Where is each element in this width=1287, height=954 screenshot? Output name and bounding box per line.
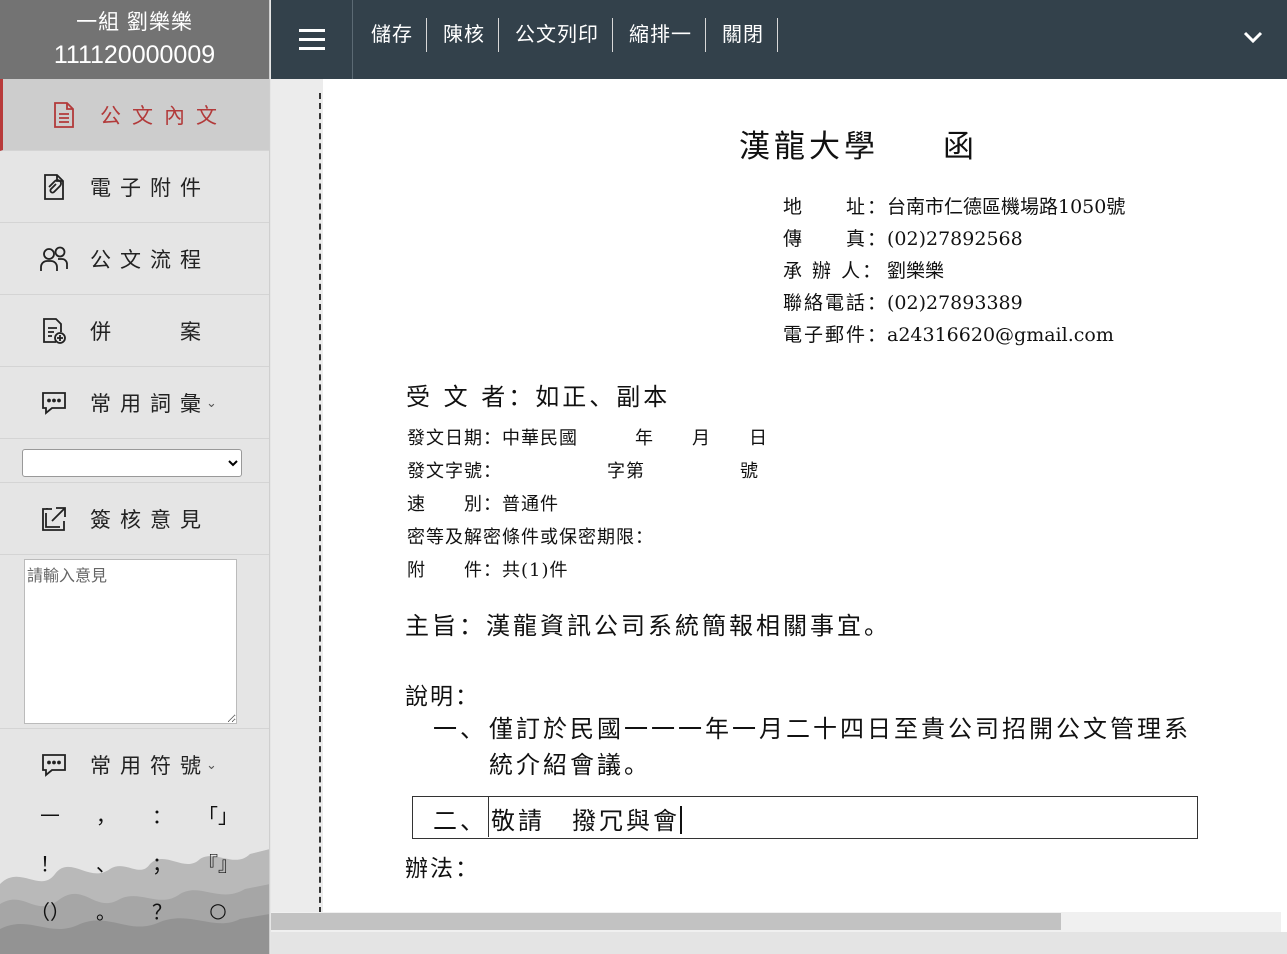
opinion-field-row (0, 555, 269, 729)
text-caret (680, 806, 682, 834)
symbol-button[interactable]: ！ (22, 838, 78, 886)
horizontal-scrollbar[interactable] (271, 912, 1287, 932)
opinion-input[interactable] (24, 559, 237, 724)
sidebar-item-label: 電子附件 (90, 175, 210, 200)
symbol-button[interactable]: ○ (190, 886, 246, 934)
document-type: 函 (943, 129, 978, 165)
sidebar-item-label: 公文流程 (90, 247, 210, 272)
explanation-point-1[interactable]: 一、僅訂於民國一一一年一月二十四日至貴公司招開公文管理系統介紹會議。 (433, 711, 1199, 783)
point-text: 僅訂於民國一一一年一月二十四日至貴公司招開公文管理系統介紹會議。 (489, 715, 1191, 779)
sidebar-item-label: 併 案 (90, 319, 210, 344)
hamburger-menu-button[interactable] (271, 0, 353, 79)
sidebar-item-common-phrases[interactable]: 常用詞彙 ⌄ (0, 367, 269, 439)
point-2-input[interactable]: 敬請 撥冗與會 (488, 797, 1196, 837)
top-toolbar: 儲存 陳核 公文列印 縮排一 關閉 (271, 0, 1287, 79)
save-button[interactable]: 儲存 (355, 18, 427, 52)
bottom-strip (271, 932, 1287, 954)
subject-line[interactable]: 主旨：漢龍資訊公司系統簡報相關事宜。 (405, 606, 891, 641)
sidebar-item-attachments[interactable]: 電子附件 (0, 151, 269, 223)
merge-document-icon (38, 315, 70, 347)
chevron-down-icon: ⌄ (206, 757, 217, 772)
document-paper[interactable]: 漢龍大學 函 地 址：台南市仁德區機場路1050號 傳 真：(02)2789256… (323, 79, 1287, 912)
issue-number: 發文字號： 字第 號 (407, 461, 759, 482)
indent-button[interactable]: 縮排一 (613, 18, 706, 52)
info-fax: 傳 真：(02)27892568 (783, 228, 1023, 250)
symbol-button[interactable]: 『』 (190, 838, 246, 886)
sidebar-item-workflow[interactable]: 公文流程 (0, 223, 269, 295)
symbol-button[interactable]: ？ (134, 886, 190, 934)
symbol-button[interactable]: （） (22, 886, 78, 934)
user-id: 111120000009 (53, 41, 216, 69)
sidebar-item-label: 公文內文 (100, 103, 228, 128)
submit-review-button[interactable]: 陳核 (427, 18, 499, 52)
chat-bubble-icon (38, 749, 70, 781)
document-icon (48, 99, 80, 131)
people-icon (38, 243, 70, 275)
user-name: 一組 劉樂樂 (76, 11, 193, 34)
document-title: 漢龍大學 函 (739, 121, 978, 166)
attachments-count: 附 件：共(1)件 (407, 560, 569, 581)
symbols-grid: — ， ： 「」 ！ 、 ； 『』 （） 。 ？ ○ (22, 790, 242, 934)
symbol-button[interactable]: 「」 (190, 790, 246, 838)
sidebar-item-merge[interactable]: 併 案 (0, 295, 269, 367)
sidebar-item-label: 簽核意見 (90, 507, 210, 532)
recipient-line: 受 文 者：如正、副本 (406, 383, 671, 411)
info-handler: 承 辦 人： 劉樂樂 (783, 260, 945, 282)
symbol-button[interactable]: — (22, 790, 78, 838)
sidebar: 一組 劉樂樂 111120000009 公文內文 電子附件 公文流程 併 案 常… (0, 0, 270, 954)
paperclip-file-icon (38, 171, 70, 203)
document-area: 漢龍大學 函 地 址：台南市仁德區機場路1050號 傳 真：(02)2789256… (271, 79, 1287, 954)
left-margin (271, 79, 311, 919)
toolbar-buttons: 儲存 陳核 公文列印 縮排一 關閉 (355, 18, 778, 52)
symbol-button[interactable]: ： (134, 790, 190, 838)
sidebar-item-document-content[interactable]: 公文內文 (0, 79, 269, 151)
symbol-button[interactable]: ， (78, 790, 134, 838)
info-email: 電子郵件：a24316620@gmail.com (783, 324, 1114, 346)
point-number: 一、 (433, 715, 487, 743)
chat-bubble-icon (38, 387, 70, 419)
info-phone: 聯絡電話：(02)27893389 (783, 292, 1023, 314)
scrollbar-thumb[interactable] (271, 913, 1061, 930)
close-button[interactable]: 關閉 (706, 18, 778, 52)
phrase-select[interactable] (22, 449, 242, 477)
explanation-label: 說明： (405, 684, 480, 710)
confidentiality: 密等及解密條件或保密期限： (407, 527, 654, 548)
sidebar-item-review-opinion[interactable]: 簽核意見 (0, 483, 269, 555)
point-number: 二、 (433, 807, 487, 835)
symbol-button[interactable]: 。 (78, 886, 134, 934)
user-info: 一組 劉樂樂 111120000009 (0, 0, 269, 79)
explanation-point-2-editor[interactable]: 二、 敬請 撥冗與會 (412, 796, 1198, 839)
speed-class: 速 別：普通件 (407, 494, 559, 515)
sidebar-item-label: 常用符號 (90, 754, 210, 778)
external-link-icon (38, 503, 70, 535)
hamburger-icon (298, 23, 325, 56)
chevron-down-icon: ⌄ (206, 394, 217, 410)
symbol-button[interactable]: 、 (78, 838, 134, 886)
organization-name: 漢龍大學 (739, 129, 879, 165)
symbol-button[interactable]: ； (134, 838, 190, 886)
issue-date: 發文日期：中華民國 年 月 日 (407, 428, 768, 449)
scrollbar-end (1281, 912, 1287, 932)
print-button[interactable]: 公文列印 (499, 18, 613, 52)
sidebar-item-label: 常用詞彙 (90, 391, 210, 416)
phrase-select-row (0, 439, 269, 483)
method-label: 辦法： (405, 856, 480, 882)
info-address: 地 址：台南市仁德區機場路1050號 (783, 196, 1126, 218)
binding-line (319, 93, 321, 923)
chevron-down-icon[interactable] (1241, 25, 1265, 49)
